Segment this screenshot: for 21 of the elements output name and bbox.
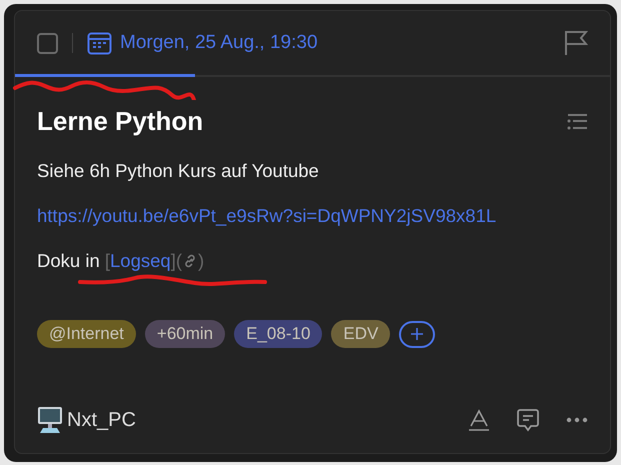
- text-format-icon[interactable]: [468, 409, 490, 431]
- url-link[interactable]: https://youtu.be/e6vPt_e9sRw?si=DqWPNY2jSV98x81L: [37, 205, 588, 227]
- task-title: Lerne Python: [37, 106, 204, 137]
- more-icon[interactable]: [566, 417, 588, 423]
- comment-icon[interactable]: [516, 408, 540, 432]
- calendar-icon: [87, 32, 112, 54]
- project-label: Nxt_PC: [67, 408, 136, 432]
- tag-chip[interactable]: EDV: [331, 320, 390, 348]
- description-text: Siehe 6h Python Kurs auf Youtube: [37, 160, 320, 182]
- tag-chip[interactable]: E_08-10: [234, 320, 322, 348]
- task-checkbox[interactable]: [37, 32, 58, 54]
- computer-icon: [37, 406, 63, 434]
- tag-chip[interactable]: +60min: [144, 320, 226, 348]
- due-date-button[interactable]: Morgen, 25 Aug., 19:30: [87, 32, 318, 54]
- doc-note: Doku in [Logseq]( ): [37, 250, 206, 272]
- tag-chip[interactable]: @Internet: [37, 320, 136, 348]
- logseq-link[interactable]: Logseq: [110, 250, 171, 271]
- list-icon[interactable]: [566, 112, 588, 130]
- plus-icon: [410, 327, 424, 341]
- flag-icon[interactable]: [564, 30, 588, 56]
- add-tag-button[interactable]: [399, 320, 436, 348]
